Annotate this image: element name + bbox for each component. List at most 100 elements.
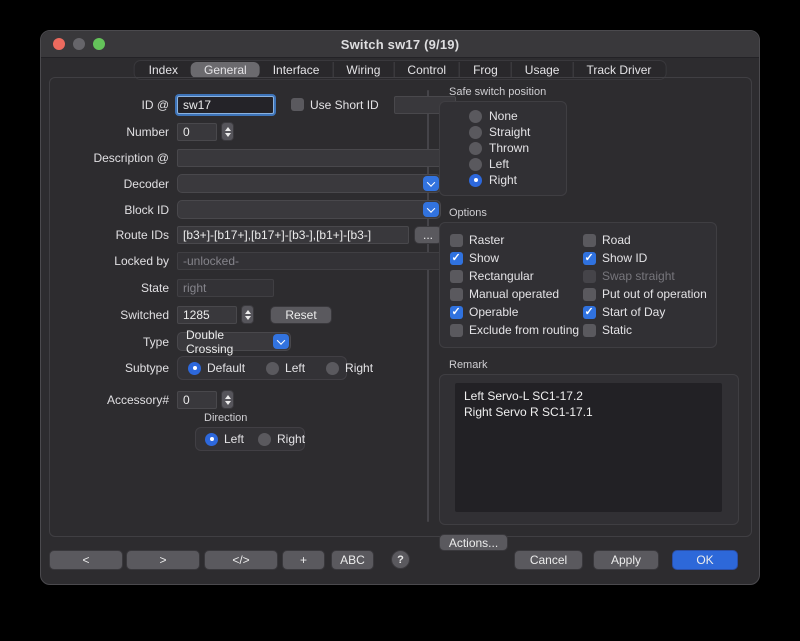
route-ids-row: Route IDs ...: [50, 225, 442, 244]
next-button[interactable]: >: [126, 550, 200, 570]
description-label: Description @: [50, 151, 177, 165]
help-button[interactable]: ?: [391, 550, 410, 569]
ok-button[interactable]: OK: [672, 550, 738, 570]
safe-left-radio[interactable]: Left: [440, 156, 566, 172]
add-button[interactable]: +: [282, 550, 325, 570]
number-input[interactable]: [177, 123, 217, 141]
tab-track-driver[interactable]: Track Driver: [572, 62, 664, 78]
description-input[interactable]: [177, 149, 441, 167]
option-start-of-day[interactable]: Start of Day: [583, 305, 710, 319]
stepper-up-icon: [225, 395, 231, 399]
direction-left-radio[interactable]: Left: [205, 432, 244, 446]
tab-general[interactable]: General: [191, 62, 260, 78]
cancel-button[interactable]: Cancel: [514, 550, 583, 570]
description-row: Description @: [50, 148, 441, 167]
safe-straight-radio[interactable]: Straight: [440, 124, 566, 140]
apply-button[interactable]: Apply: [593, 550, 659, 570]
code-button[interactable]: </>: [204, 550, 278, 570]
option-put-out-of-operation[interactable]: Put out of operation: [583, 287, 710, 301]
traffic-lights: [53, 38, 105, 50]
stepper-down-icon: [225, 133, 231, 137]
accessory-input[interactable]: [177, 391, 217, 409]
decoder-combobox[interactable]: [177, 174, 441, 193]
remark-group: Left Servo-L SC1-17.2 Right Servo R SC1-…: [439, 374, 739, 525]
remark-label: Remark: [449, 359, 741, 371]
decoder-label: Decoder: [50, 177, 177, 191]
tab-interface[interactable]: Interface: [260, 62, 333, 78]
zoom-window-icon[interactable]: [93, 38, 105, 50]
decoder-row: Decoder: [50, 174, 441, 193]
close-window-icon[interactable]: [53, 38, 65, 50]
type-label: Type: [50, 335, 177, 349]
chevron-down-icon[interactable]: [423, 176, 439, 191]
safe-none-radio[interactable]: None: [440, 108, 566, 124]
option-operable[interactable]: Operable: [450, 305, 583, 319]
safe-switch-position-group: None Straight Thrown Left Right: [439, 101, 567, 196]
switched-input[interactable]: [177, 306, 237, 324]
switched-stepper[interactable]: [241, 305, 254, 324]
number-stepper[interactable]: [221, 122, 234, 141]
direction-label: Direction: [204, 412, 305, 424]
tab-usage[interactable]: Usage: [511, 62, 573, 78]
stepper-up-icon: [225, 127, 231, 131]
minimize-window-icon[interactable]: [73, 38, 85, 50]
option-exclude-from-routing[interactable]: Exclude from routing: [450, 323, 583, 337]
option-show-id[interactable]: Show ID: [583, 251, 710, 265]
direction-group: Direction Left Right: [195, 412, 305, 451]
direction-radio-group: Left Right: [195, 427, 305, 451]
option-rectangular[interactable]: Rectangular: [450, 269, 583, 283]
direction-right-radio[interactable]: Right: [258, 432, 305, 446]
number-label: Number: [50, 125, 177, 139]
tab-frog[interactable]: Frog: [459, 62, 511, 78]
chevron-down-icon[interactable]: [423, 202, 439, 217]
option-show[interactable]: Show: [450, 251, 583, 265]
subtype-right-radio[interactable]: Right: [326, 361, 373, 375]
tab-wiring[interactable]: Wiring: [332, 62, 393, 78]
state-field: [177, 279, 274, 297]
option-road[interactable]: Road: [583, 233, 710, 247]
safe-right-radio[interactable]: Right: [440, 172, 566, 188]
safe-switch-position-label: Safe switch position: [449, 86, 741, 98]
locked-by-field: [177, 252, 441, 270]
state-label: State: [50, 281, 177, 295]
route-ids-label: Route IDs: [50, 228, 177, 242]
chevron-down-icon[interactable]: [273, 334, 289, 349]
actions-button[interactable]: Actions...: [439, 534, 508, 551]
block-id-row: Block ID: [50, 200, 441, 219]
use-short-id-label: Use Short ID: [310, 98, 379, 112]
accessory-label: Accessory#: [50, 393, 177, 407]
state-row: State: [50, 278, 274, 297]
right-column: Safe switch position None Straight Throw…: [439, 86, 741, 551]
subtype-row: Subtype Default Left Right: [50, 356, 347, 380]
block-id-combobox[interactable]: [177, 200, 441, 219]
switched-row: Switched Reset: [50, 305, 332, 324]
type-value: Double Crossing: [186, 328, 268, 356]
type-row: Type Double Crossing: [50, 332, 291, 351]
general-tab-panel: ID @ Use Short ID Number Description @ D…: [49, 77, 752, 537]
option-manual-operated[interactable]: Manual operated: [450, 287, 583, 301]
abc-button[interactable]: ABC: [331, 550, 374, 570]
options-label: Options: [449, 207, 741, 219]
use-short-id-checkbox[interactable]: [291, 98, 304, 111]
subtype-label: Subtype: [50, 361, 177, 375]
prev-button[interactable]: <: [49, 550, 123, 570]
type-combobox[interactable]: Double Crossing: [177, 332, 291, 351]
stepper-down-icon: [225, 401, 231, 405]
subtype-default-radio[interactable]: Default: [188, 361, 245, 375]
safe-thrown-radio[interactable]: Thrown: [440, 140, 566, 156]
remark-textarea[interactable]: Left Servo-L SC1-17.2 Right Servo R SC1-…: [455, 383, 722, 512]
tab-control[interactable]: Control: [393, 62, 459, 78]
reset-button[interactable]: Reset: [270, 306, 332, 324]
accessory-stepper[interactable]: [221, 390, 234, 409]
option-raster[interactable]: Raster: [450, 233, 583, 247]
number-row: Number: [50, 122, 234, 141]
tab-index[interactable]: Index: [136, 62, 191, 78]
subtype-left-radio[interactable]: Left: [266, 361, 305, 375]
route-ids-input[interactable]: [177, 226, 409, 244]
option-static[interactable]: Static: [583, 323, 710, 337]
id-input[interactable]: [177, 96, 274, 114]
locked-by-label: Locked by: [50, 254, 177, 268]
route-ids-browse-button[interactable]: ...: [414, 226, 442, 244]
id-row: ID @ Use Short ID: [50, 95, 456, 114]
accessory-row: Accessory#: [50, 390, 234, 409]
